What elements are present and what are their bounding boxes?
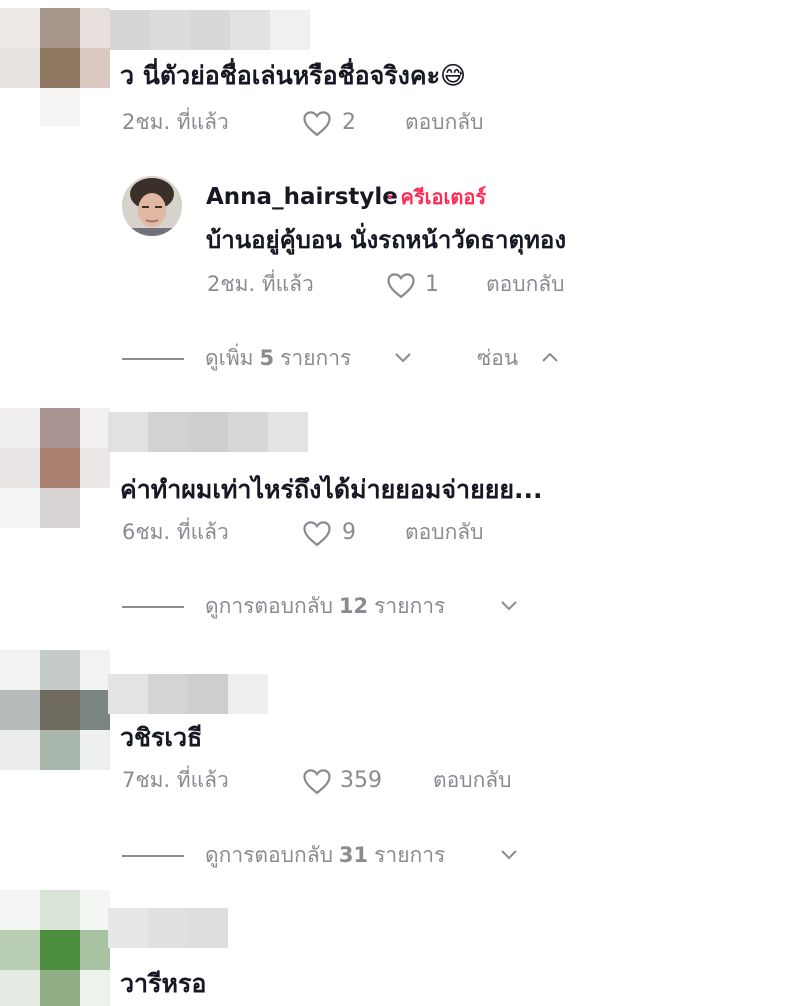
comment-text: วชิรเวธี bbox=[120, 723, 203, 752]
reply-button[interactable]: ตอบกลับ bbox=[486, 270, 565, 298]
comment-text: ค่าทำผมเท่าไหร่ถึงได้ม่ายยอมจ่ายยย... bbox=[120, 475, 543, 504]
like-count: 2 bbox=[342, 110, 356, 135]
comment-text: ว นี่ตัวย่อชื่อเล่นหรือชื่อจริงคะ😅 bbox=[120, 61, 467, 90]
view-replies-suffix: รายการ bbox=[374, 843, 446, 867]
heart-icon[interactable] bbox=[302, 109, 332, 137]
view-replies-label: ดูการตอบกลับ bbox=[205, 843, 333, 867]
like-count: 9 bbox=[342, 520, 356, 545]
comment-text: วารีหรอ bbox=[120, 969, 207, 998]
avatar-blurred[interactable] bbox=[0, 408, 110, 528]
divider-line bbox=[122, 606, 184, 608]
avatar[interactable] bbox=[122, 176, 182, 236]
view-replies-count: 31 bbox=[338, 843, 369, 867]
divider-line bbox=[122, 855, 184, 857]
chevron-down-icon[interactable] bbox=[394, 352, 412, 364]
reply-author[interactable]: Anna_hairstyle bbox=[206, 182, 398, 212]
hide-replies-button[interactable]: ซ่อน bbox=[477, 344, 518, 372]
like-count: 1 bbox=[425, 272, 439, 297]
avatar-blurred[interactable] bbox=[0, 650, 110, 770]
username-blurred[interactable] bbox=[108, 412, 308, 452]
divider-line bbox=[122, 358, 184, 360]
view-more-label: ดูเพิ่ม bbox=[205, 346, 254, 370]
reply-time: 2ชม. ที่แล้ว bbox=[207, 272, 314, 296]
heart-icon[interactable] bbox=[386, 271, 416, 299]
username-blurred[interactable] bbox=[108, 674, 268, 714]
view-more-suffix: รายการ bbox=[280, 346, 352, 370]
username-blurred[interactable] bbox=[110, 10, 310, 50]
view-more-count: 5 bbox=[259, 346, 275, 370]
chevron-down-icon[interactable] bbox=[500, 849, 518, 861]
reply-button[interactable]: ตอบกลับ bbox=[433, 766, 512, 794]
view-replies-button[interactable]: ดูการตอบกลับ 12 รายการ bbox=[205, 592, 445, 620]
view-replies-button[interactable]: ดูการตอบกลับ 31 รายการ bbox=[205, 841, 445, 869]
view-replies-suffix: รายการ bbox=[374, 594, 446, 618]
comment-time: 6ชม. ที่แล้ว bbox=[122, 520, 229, 544]
chevron-down-icon[interactable] bbox=[500, 600, 518, 612]
view-replies-label: ดูการตอบกลับ bbox=[205, 594, 333, 618]
avatar-blurred[interactable] bbox=[0, 890, 110, 1006]
reply-button[interactable]: ตอบกลับ bbox=[405, 518, 484, 546]
username-blurred[interactable] bbox=[108, 908, 228, 948]
view-more-button[interactable]: ดูเพิ่ม 5 รายการ bbox=[205, 344, 351, 372]
like-count: 359 bbox=[340, 768, 382, 793]
heart-icon[interactable] bbox=[302, 519, 332, 547]
reply-text: บ้านอยู่คู้บอน นั่งรถหน้าวัดธาตุทอง bbox=[206, 226, 567, 254]
creator-badge: · ครีเอเตอร์ bbox=[386, 185, 487, 209]
comment-time: 2ชม. ที่แล้ว bbox=[122, 110, 229, 134]
chevron-up-icon[interactable] bbox=[541, 351, 559, 363]
heart-icon[interactable] bbox=[302, 767, 332, 795]
comment-time: 7ชม. ที่แล้ว bbox=[122, 768, 229, 792]
reply-button[interactable]: ตอบกลับ bbox=[405, 108, 484, 136]
view-replies-count: 12 bbox=[338, 594, 369, 618]
avatar-blurred[interactable] bbox=[0, 8, 110, 126]
